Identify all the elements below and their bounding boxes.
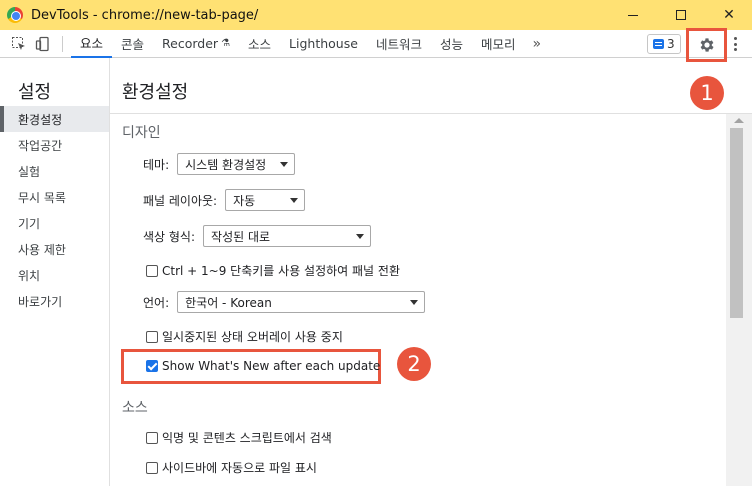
- search-anonymous-checkbox[interactable]: [146, 431, 158, 444]
- disable-overlay-label[interactable]: 일시중지된 상태 오버레이 사용 중지: [162, 328, 343, 345]
- theme-value: 시스템 환경설정: [185, 157, 267, 172]
- inspect-element-icon[interactable]: [8, 33, 30, 55]
- maximize-button[interactable]: [658, 0, 704, 30]
- window-title: DevTools - chrome://new-tab-page/: [31, 7, 259, 23]
- more-options-icon[interactable]: [733, 37, 737, 51]
- disable-overlay-setting: 일시중지된 상태 오버레이 사용 중지: [146, 328, 343, 345]
- search-anonymous-setting: 익명 및 콘텐츠 스크립트에서 검색: [146, 429, 332, 446]
- whats-new-setting: Show What's New after each update: [146, 359, 380, 373]
- reveal-in-sidebar-label[interactable]: 사이드바에 자동으로 파일 표시: [162, 459, 317, 476]
- chevron-down-icon: [290, 197, 299, 203]
- whats-new-label[interactable]: Show What's New after each update: [162, 359, 380, 373]
- sidebar-title: 설정: [18, 82, 52, 103]
- color-format-setting: 색상 형식: 작성된 대로: [143, 225, 372, 247]
- title-bar: DevTools - chrome://new-tab-page/ ✕: [0, 0, 752, 30]
- theme-select[interactable]: 시스템 환경설정: [177, 153, 296, 175]
- sidebar-item-throttling[interactable]: 사용 제한: [0, 236, 109, 262]
- more-tabs-button[interactable]: »: [524, 36, 549, 52]
- sidebar-item-locations[interactable]: 위치: [0, 262, 109, 288]
- close-button[interactable]: ✕: [706, 0, 752, 30]
- maximize-icon: [676, 10, 686, 20]
- color-format-select[interactable]: 작성된 대로: [203, 225, 372, 247]
- sidebar-item-workspace[interactable]: 작업공간: [0, 132, 109, 158]
- tab-elements[interactable]: 요소: [71, 30, 113, 58]
- chevron-down-icon: [410, 299, 419, 305]
- ctrl-shortcut-setting: Ctrl + 1~9 단축키를 사용 설정하여 패널 전환: [146, 262, 400, 279]
- theme-setting: 테마: 시스템 환경설정: [143, 153, 296, 175]
- section-title-design: 디자인: [122, 125, 161, 141]
- color-format-label: 색상 형식:: [143, 229, 196, 244]
- panel-layout-select[interactable]: 자동: [225, 189, 306, 211]
- tab-console[interactable]: 콘솔: [112, 30, 153, 58]
- chrome-icon: [7, 7, 23, 23]
- devtools-tab-bar: 요소 콘솔 Recorder ⚗ 소스 Lighthouse 네트워크 성능 메모…: [0, 30, 752, 58]
- sidebar-item-shortcuts[interactable]: 바로가기: [0, 288, 109, 314]
- reveal-in-sidebar-checkbox[interactable]: [146, 461, 158, 474]
- tab-lighthouse[interactable]: Lighthouse: [280, 30, 367, 58]
- settings-main-panel: 환경설정 디자인 테마: 시스템 환경설정 패널 레이아웃: 자동 색상 형식:…: [110, 58, 752, 486]
- panel-layout-value: 자동: [233, 193, 256, 208]
- sidebar-item-devices[interactable]: 기기: [0, 210, 109, 236]
- device-toolbar-icon[interactable]: [32, 33, 54, 55]
- scrollbar-thumb[interactable]: [730, 128, 743, 318]
- settings-sidebar: 설정 환경설정 작업공간 실험 무시 목록 기기 사용 제한 위치 바로가기: [0, 58, 110, 486]
- chevron-down-icon: [356, 233, 365, 239]
- language-select[interactable]: 한국어 - Korean: [177, 291, 426, 313]
- minimize-button[interactable]: [610, 0, 656, 30]
- title-divider: [110, 113, 752, 114]
- disable-overlay-checkbox[interactable]: [146, 330, 158, 343]
- issues-count: 3: [667, 37, 675, 51]
- tab-network[interactable]: 네트워크: [367, 30, 431, 58]
- issues-icon: [653, 39, 664, 49]
- scroll-up-arrow-icon[interactable]: [734, 118, 744, 123]
- ctrl-shortcut-checkbox[interactable]: [146, 264, 158, 277]
- panel-layout-setting: 패널 레이아웃: 자동: [143, 189, 306, 211]
- settings-gear-icon[interactable]: [698, 36, 716, 54]
- step-1-badge: 1: [690, 76, 724, 110]
- step-2-badge: 2: [397, 347, 431, 381]
- minimize-icon: [628, 14, 638, 16]
- toolbar-divider: [62, 35, 63, 52]
- language-value: 한국어 - Korean: [185, 295, 272, 310]
- issues-badge[interactable]: 3: [647, 34, 681, 54]
- page-title: 환경설정: [122, 82, 189, 103]
- tab-performance[interactable]: 성능: [431, 30, 472, 58]
- chevron-down-icon: [280, 161, 289, 167]
- sidebar-item-experiments[interactable]: 실험: [0, 158, 109, 184]
- panel-layout-label: 패널 레이아웃:: [143, 193, 218, 208]
- sidebar-item-preferences[interactable]: 환경설정: [0, 106, 109, 132]
- reveal-in-sidebar-setting: 사이드바에 자동으로 파일 표시: [146, 459, 317, 476]
- color-format-value: 작성된 대로: [211, 229, 271, 244]
- language-label: 언어:: [143, 295, 170, 310]
- vertical-scrollbar[interactable]: [726, 114, 752, 486]
- tab-memory[interactable]: 메모리: [472, 30, 525, 58]
- tab-recorder[interactable]: Recorder ⚗: [153, 30, 239, 58]
- section-title-sources: 소스: [122, 400, 148, 416]
- sidebar-item-ignore-list[interactable]: 무시 목록: [0, 184, 109, 210]
- tab-sources[interactable]: 소스: [239, 30, 280, 58]
- whats-new-checkbox[interactable]: [146, 360, 158, 372]
- theme-label: 테마:: [143, 157, 170, 172]
- flask-icon: ⚗: [221, 38, 231, 49]
- ctrl-shortcut-label[interactable]: Ctrl + 1~9 단축키를 사용 설정하여 패널 전환: [162, 262, 400, 279]
- language-setting: 언어: 한국어 - Korean: [143, 291, 426, 313]
- search-anonymous-label[interactable]: 익명 및 콘텐츠 스크립트에서 검색: [162, 429, 332, 446]
